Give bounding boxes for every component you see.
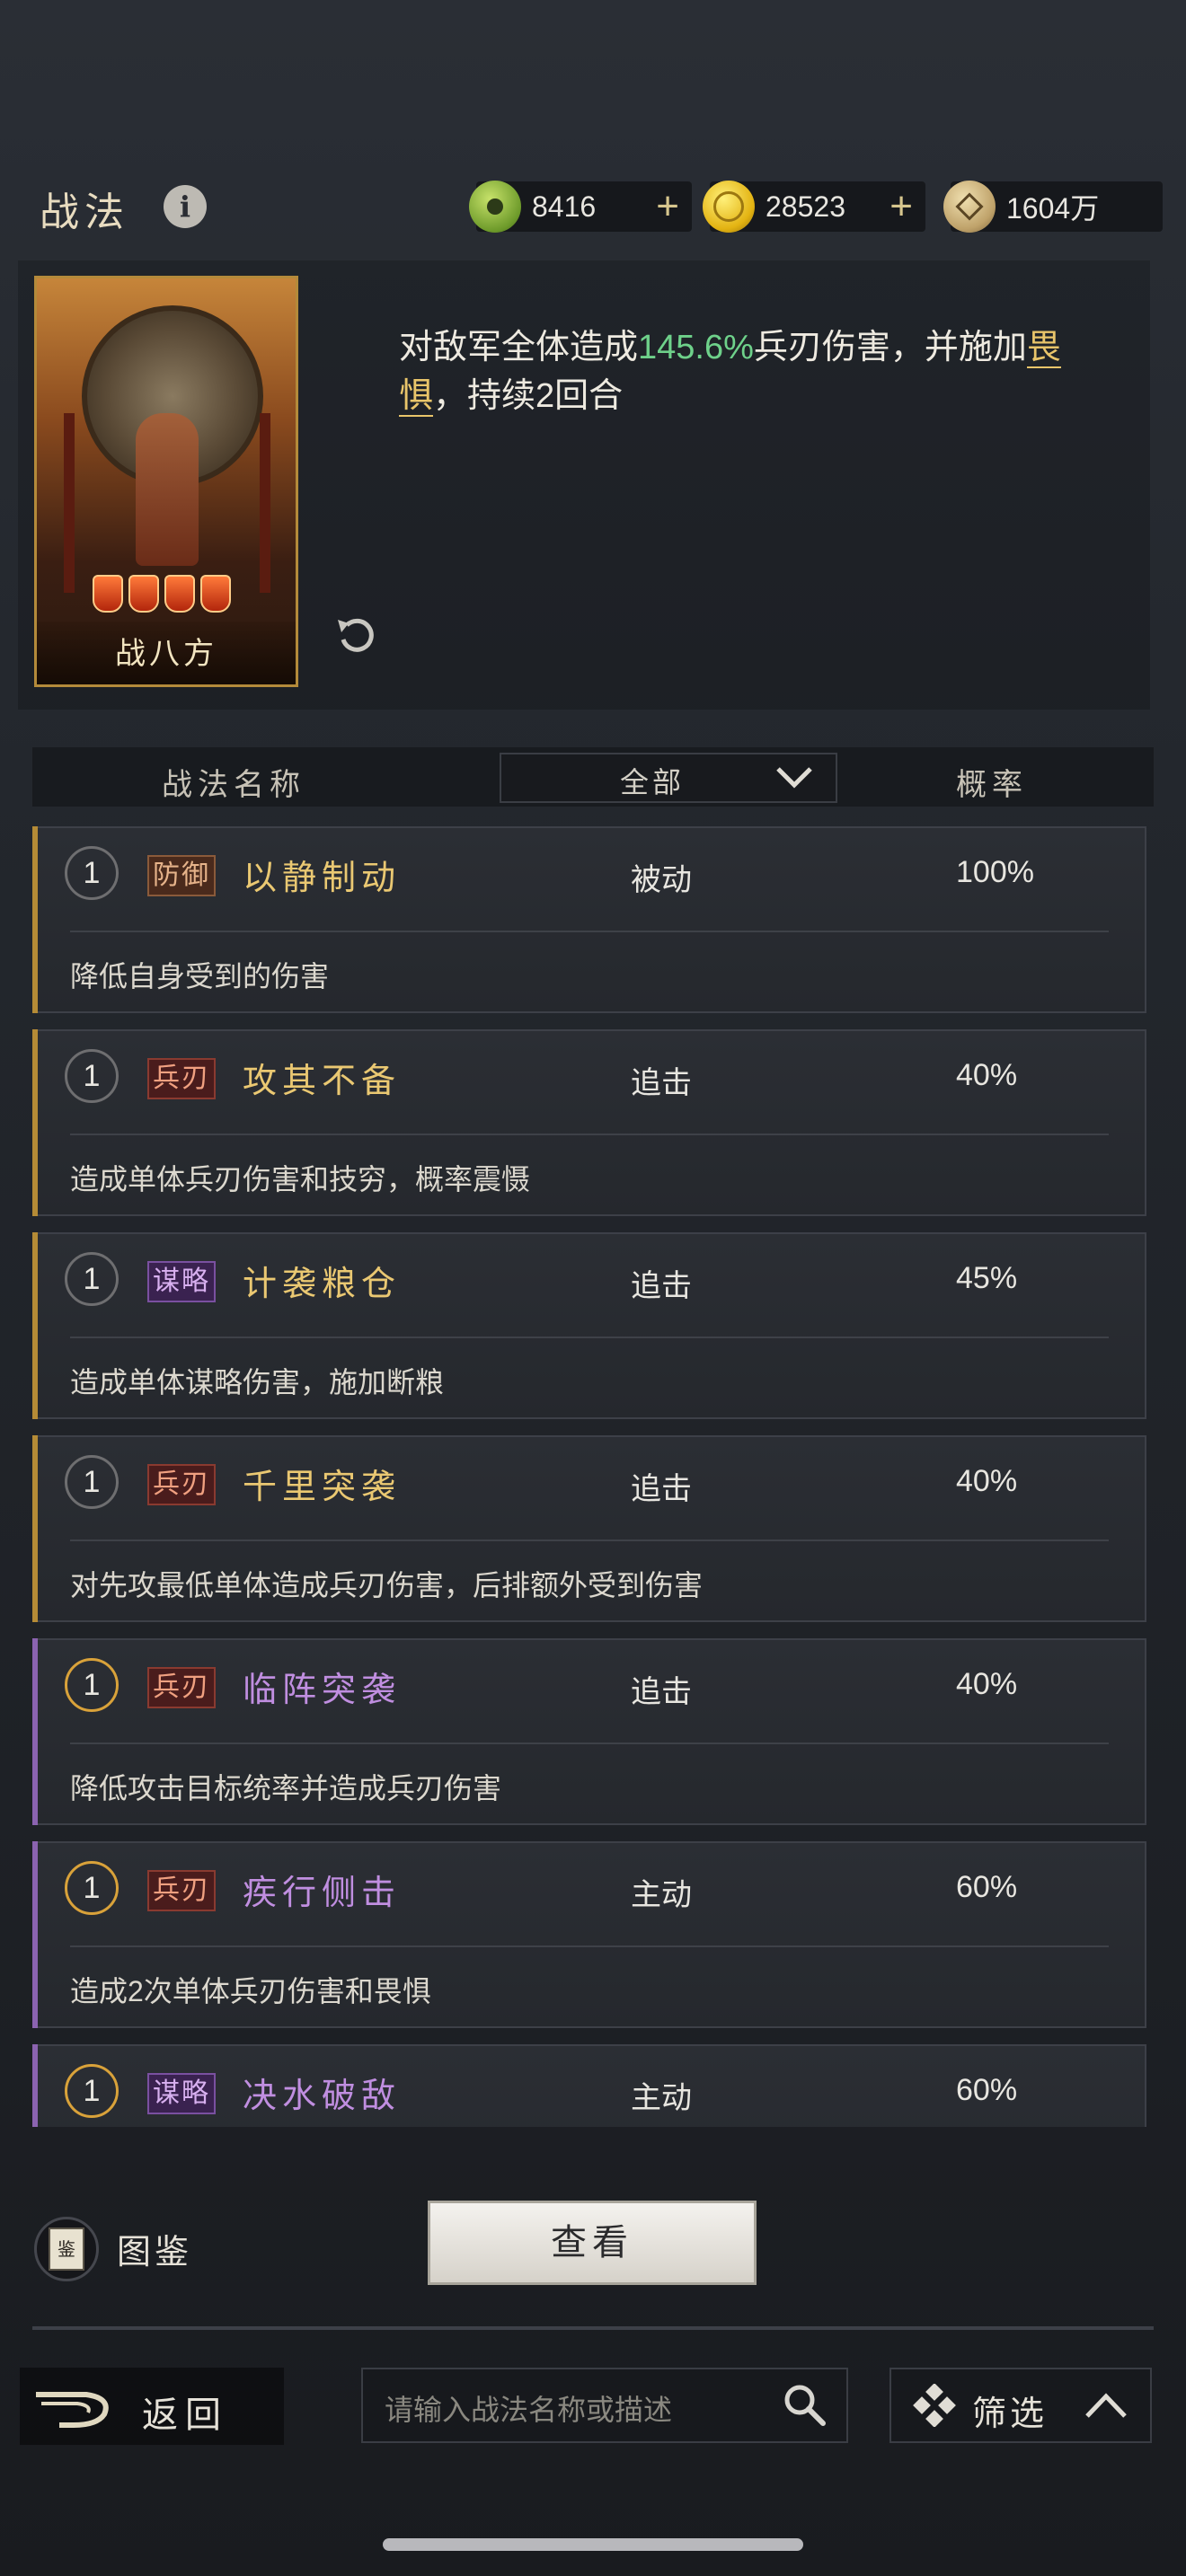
skill-desc: 降低自身受到的伤害 [70,960,330,992]
skill-category-tag: 兵刃 [147,1870,216,1911]
skill-type: 主动 [631,2081,692,2115]
skill-level: 1 [65,1252,119,1306]
resource-jade: 8416 + [469,181,692,233]
row-divider [70,1945,1109,1947]
skill-desc: 降低攻击目标统率并造成兵刃伤害 [70,1772,502,1804]
row-divider [70,1337,1109,1338]
skill-rate: 40% [956,1058,1018,1092]
skill-name: 攻其不备 [243,1061,402,1100]
resource-jade-value: 8416 [532,190,597,223]
skill-type: 追击 [631,1675,692,1709]
back-arrow-icon [36,2392,109,2428]
skill-category-tag: 兵刃 [147,1667,216,1708]
skill-level: 1 [65,846,119,900]
skill-row[interactable]: 1 谋略 决水破敌 主动 60% [32,2044,1146,2127]
skill-category-tag: 谋略 [147,2073,216,2114]
resource-copper: 1604万 [943,181,1163,233]
skill-category-tag: 兵刃 [147,1058,216,1099]
view-button[interactable]: 查看 [428,2201,757,2285]
skill-rate: 45% [956,1261,1018,1295]
skill-name: 以静制动 [243,858,402,897]
column-name-header: 战法名称 [162,768,305,802]
skill-type: 被动 [631,863,692,897]
skill-rate: 40% [956,1667,1018,1701]
handbook-icon[interactable]: 鉴 [34,2217,99,2281]
damage-percent: 145.6% [638,329,754,366]
skill-row[interactable]: 1 防御 以静制动 被动 100% 降低自身受到的伤害 [32,826,1146,1013]
skill-level: 1 [65,2064,119,2118]
gold-coin-icon [703,181,755,233]
search-placeholder: 请输入战法名称或描述 [385,2394,673,2426]
skill-rate: 60% [956,2073,1018,2107]
card-name: 战八方 [115,636,217,672]
type-filter-value: 全部 [620,766,686,798]
skill-description: 对敌军全体造成145.6%兵刃伤害，并施加畏惧，持续2回合 [399,329,1061,417]
back-label: 返回 [142,2395,228,2436]
skill-row[interactable]: 1 兵刃 临阵突袭 追击 40% 降低攻击目标统率并造成兵刃伤害 [32,1638,1146,1825]
skill-card[interactable]: 战八方 [34,276,298,687]
warrior-illustration [136,413,199,566]
skill-desc: 造成单体谋略伤害，施加断粮 [70,1366,445,1398]
skill-rate: 40% [956,1464,1018,1498]
skill-name: 疾行侧击 [243,1873,402,1912]
skill-level: 1 [65,1861,119,1915]
skill-desc: 造成2次单体兵刃伤害和畏惧 [70,1975,431,2007]
filter-label: 筛选 [972,2394,1049,2433]
skill-category-tag: 防御 [147,855,216,896]
resource-gold-value: 28523 [766,190,845,223]
row-divider [70,931,1109,932]
skill-list[interactable]: 1 防御 以静制动 被动 100% 降低自身受到的伤害 1 兵刃 攻其不备 追击 40% 造成单体兵刃… [32,826,1154,2127]
skill-row[interactable]: 1 谋略 计袭粮仓 追击 45% 造成单体谋略伤害，施加断粮 [32,1232,1146,1419]
flip-card-icon[interactable] [332,611,381,659]
skill-level: 1 [65,1455,119,1509]
skill-desc: 对先攻最低单体造成兵刃伤害，后排额外受到伤害 [70,1569,704,1601]
skill-type: 追击 [631,1066,692,1100]
skill-row[interactable]: 1 兵刃 千里突袭 追击 40% 对先攻最低单体造成兵刃伤害，后排额外受到伤害 [32,1435,1146,1622]
chevron-down-icon [776,767,812,789]
info-icon[interactable]: i [164,185,207,228]
skill-level: 1 [65,1658,119,1712]
row-divider [70,1134,1109,1135]
home-indicator[interactable] [383,2538,803,2551]
skill-type: 追击 [631,1472,692,1506]
skill-row[interactable]: 1 兵刃 攻其不备 追击 40% 造成单体兵刃伤害和技穷，概率震慑 [32,1029,1146,1216]
resource-gold: 28523 + [703,181,925,233]
star-rating [93,575,231,613]
copper-coin-icon [943,181,996,233]
row-divider [70,1742,1109,1744]
skill-rate: 60% [956,1870,1018,1904]
skill-category-tag: 兵刃 [147,1464,216,1505]
skill-desc: 造成单体兵刃伤害和技穷，概率震慑 [70,1163,531,1195]
search-icon[interactable] [780,2380,828,2429]
page-title: 战法 [40,190,129,235]
skill-name: 计袭粮仓 [243,1264,402,1303]
row-divider [70,1539,1109,1541]
filter-icon [913,2384,956,2427]
skill-category-tag: 谋略 [147,1261,216,1302]
handbook-label[interactable]: 图鉴 [117,2224,192,2273]
resource-copper-value: 1604万 [1006,192,1100,225]
column-rate-header: 概率 [956,768,1028,802]
skill-row[interactable]: 1 兵刃 疾行侧击 主动 60% 造成2次单体兵刃伤害和畏惧 [32,1841,1146,2028]
skill-name: 千里突袭 [243,1467,402,1506]
divider [32,2326,1154,2330]
add-gold-button[interactable]: + [890,184,913,229]
skill-rate: 100% [956,855,1034,889]
skill-level: 1 [65,1049,119,1103]
skill-type: 追击 [631,1269,692,1303]
skill-type: 主动 [631,1878,692,1912]
chevron-up-icon[interactable] [1084,2391,1128,2420]
add-jade-button[interactable]: + [656,184,679,229]
jade-coin-icon [469,181,521,233]
skill-name: 临阵突袭 [243,1670,402,1709]
skill-name: 决水破敌 [243,2076,402,2115]
